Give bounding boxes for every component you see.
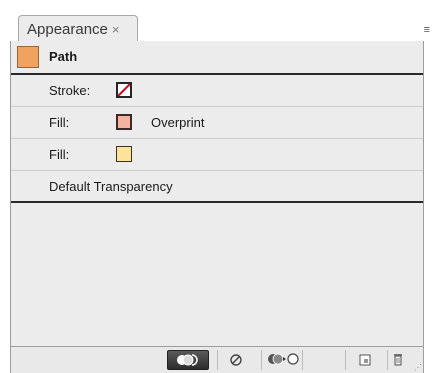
tab-close-icon[interactable]: × bbox=[112, 22, 120, 37]
toolbar-separator bbox=[345, 350, 346, 370]
stroke-swatch-none-icon[interactable] bbox=[116, 82, 132, 98]
object-row[interactable]: Path bbox=[11, 41, 423, 75]
appearance-panel: Path Stroke: Fill: Overprint Fill: Defau… bbox=[10, 41, 424, 373]
fill-label: Fill: bbox=[49, 115, 70, 130]
delete-item-icon[interactable] bbox=[387, 350, 409, 370]
overprint-label: Overprint bbox=[151, 115, 205, 130]
fill-row-1[interactable]: Fill: Overprint bbox=[11, 107, 423, 139]
fill-swatch-1[interactable] bbox=[116, 114, 132, 130]
resize-grip-icon[interactable]: ⋰ bbox=[414, 363, 422, 372]
reduce-to-basic-appearance-icon[interactable] bbox=[261, 350, 303, 370]
fill-row-2[interactable]: Fill: bbox=[11, 139, 423, 171]
fill-swatch-2[interactable] bbox=[116, 146, 132, 162]
stroke-row[interactable]: Stroke: bbox=[11, 75, 423, 107]
tab-appearance[interactable]: Appearance × bbox=[18, 15, 138, 42]
object-label: Path bbox=[49, 49, 78, 64]
stroke-label: Stroke: bbox=[49, 83, 91, 98]
clear-appearance-icon[interactable] bbox=[225, 350, 249, 370]
tab-label: Appearance bbox=[27, 21, 108, 38]
object-swatch bbox=[17, 46, 39, 68]
transparency-row[interactable]: Default Transparency bbox=[11, 171, 423, 203]
transparency-label: Default Transparency bbox=[49, 179, 173, 194]
panel-toolbar: ⋰ bbox=[11, 346, 423, 373]
toolbar-separator bbox=[217, 350, 218, 370]
duplicate-item-icon[interactable] bbox=[355, 350, 377, 370]
panel-tabbar: Appearance × ≡ bbox=[0, 0, 432, 42]
fill-label: Fill: bbox=[49, 147, 70, 162]
new-art-basic-appearance-icon[interactable] bbox=[167, 350, 209, 370]
panel-menu-icon[interactable]: ≡ bbox=[424, 24, 430, 36]
